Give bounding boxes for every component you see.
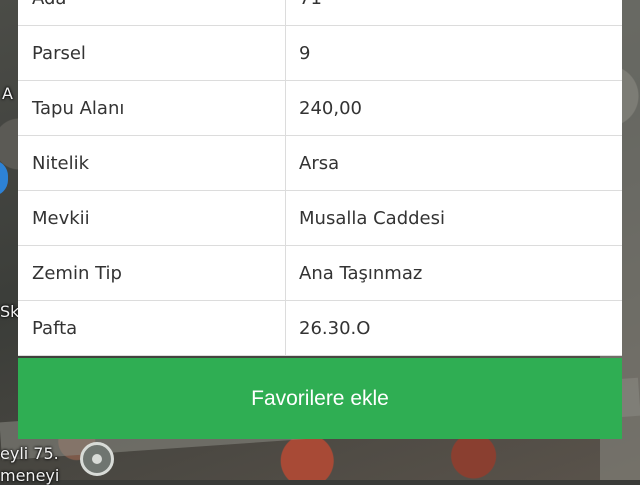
row-value: 71 [286, 0, 322, 25]
map-label: A [2, 84, 13, 103]
row-value: 9 [299, 42, 311, 64]
table-row: Parsel 9 [18, 26, 622, 81]
map-label: meneyi [0, 466, 60, 485]
parcel-details-table: Ada 71 Parsel 9 Tapu Alanı 240,00 Niteli… [18, 0, 622, 356]
table-row: Nitelik Arsa [18, 136, 622, 191]
row-value: 240,00 [299, 97, 362, 119]
table-row: Mevkii Musalla Caddesi [18, 191, 622, 246]
row-value: Ana Taşınmaz [299, 262, 423, 284]
table-row: Pafta 26.30.O [18, 301, 622, 356]
map-label: eyli 75. [0, 444, 59, 463]
row-label: Ada [18, 0, 286, 25]
row-label: Nitelik [18, 136, 286, 190]
row-value: Arsa [299, 152, 340, 174]
row-label: Tapu Alanı [18, 81, 286, 135]
row-label: Pafta [18, 301, 286, 355]
table-row: Tapu Alanı 240,00 [18, 81, 622, 136]
row-label: Zemin Tip [18, 246, 286, 300]
table-row: Zemin Tip Ana Taşınmaz [18, 246, 622, 301]
map-label: Sk [0, 302, 20, 321]
table-row: Ada 71 [18, 0, 622, 26]
map-poi-icon[interactable] [80, 442, 114, 476]
row-value: Musalla Caddesi [299, 207, 446, 229]
row-value: 26.30.O [299, 317, 371, 339]
add-to-favorites-button[interactable]: Favorilere ekle [18, 358, 622, 439]
row-label: Mevkii [18, 191, 286, 245]
row-label: Parsel [18, 26, 286, 80]
